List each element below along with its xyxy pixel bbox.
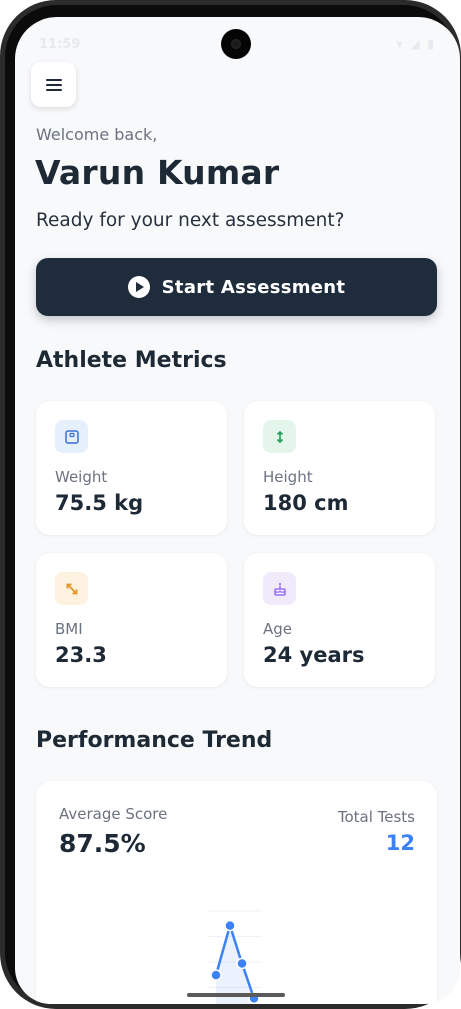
- play-circle-icon: [127, 276, 150, 298]
- performance-trend-card: Average Score 87.5% Total Tests 12: [36, 781, 437, 1004]
- athlete-metrics-title: Athlete Metrics: [36, 348, 227, 373]
- performance-trend-chart: [208, 910, 262, 1004]
- start-assessment-label: Start Assessment: [161, 276, 346, 298]
- welcome-text: Welcome back,: [36, 125, 158, 144]
- metric-label-bmi: BMI: [55, 620, 83, 638]
- metric-card-bmi[interactable]: BMI 23.3: [36, 553, 227, 687]
- user-name: Varun Kumar: [35, 153, 280, 192]
- menu-button[interactable]: [31, 62, 76, 107]
- metric-card-height[interactable]: Height 180 cm: [244, 401, 435, 535]
- metric-label-weight: Weight: [55, 468, 108, 486]
- performance-trend-title: Performance Trend: [36, 728, 273, 753]
- metric-value-height: 180 cm: [263, 491, 349, 515]
- app-screen: 11:59 ▾ ◢ ▮ Welcome back, Varun Kumar Re…: [15, 17, 460, 1004]
- metric-card-age[interactable]: Age 24 years: [244, 553, 435, 687]
- assessment-prompt: Ready for your next assessment?: [36, 210, 345, 231]
- device-bezel: 11:59 ▾ ◢ ▮ Welcome back, Varun Kumar Re…: [5, 5, 460, 1004]
- vertical-arrows-icon: [263, 420, 296, 453]
- chart-point-3[interactable]: [236, 957, 248, 970]
- front-camera: [221, 29, 251, 59]
- metric-value-bmi: 23.3: [55, 643, 107, 667]
- cake-icon: [263, 572, 296, 605]
- chart-point-1[interactable]: [210, 969, 222, 981]
- hamburger-icon: [45, 78, 62, 91]
- metric-value-age: 24 years: [263, 643, 365, 667]
- status-icons: ▾ ◢ ▮: [396, 37, 436, 51]
- chart-point-2[interactable]: [224, 919, 236, 932]
- metric-label-height: Height: [263, 468, 313, 486]
- metric-label-age: Age: [263, 620, 293, 638]
- diagonal-arrows-icon: [55, 572, 88, 605]
- device-frame: 11:59 ▾ ◢ ▮ Welcome back, Varun Kumar Re…: [0, 0, 461, 1009]
- scale-icon: [55, 420, 88, 453]
- metric-card-weight[interactable]: Weight 75.5 kg: [36, 401, 227, 535]
- status-time: 11:59: [39, 37, 81, 52]
- start-assessment-button[interactable]: Start Assessment: [36, 258, 437, 316]
- metric-value-weight: 75.5 kg: [55, 491, 144, 515]
- home-indicator[interactable]: [187, 993, 285, 997]
